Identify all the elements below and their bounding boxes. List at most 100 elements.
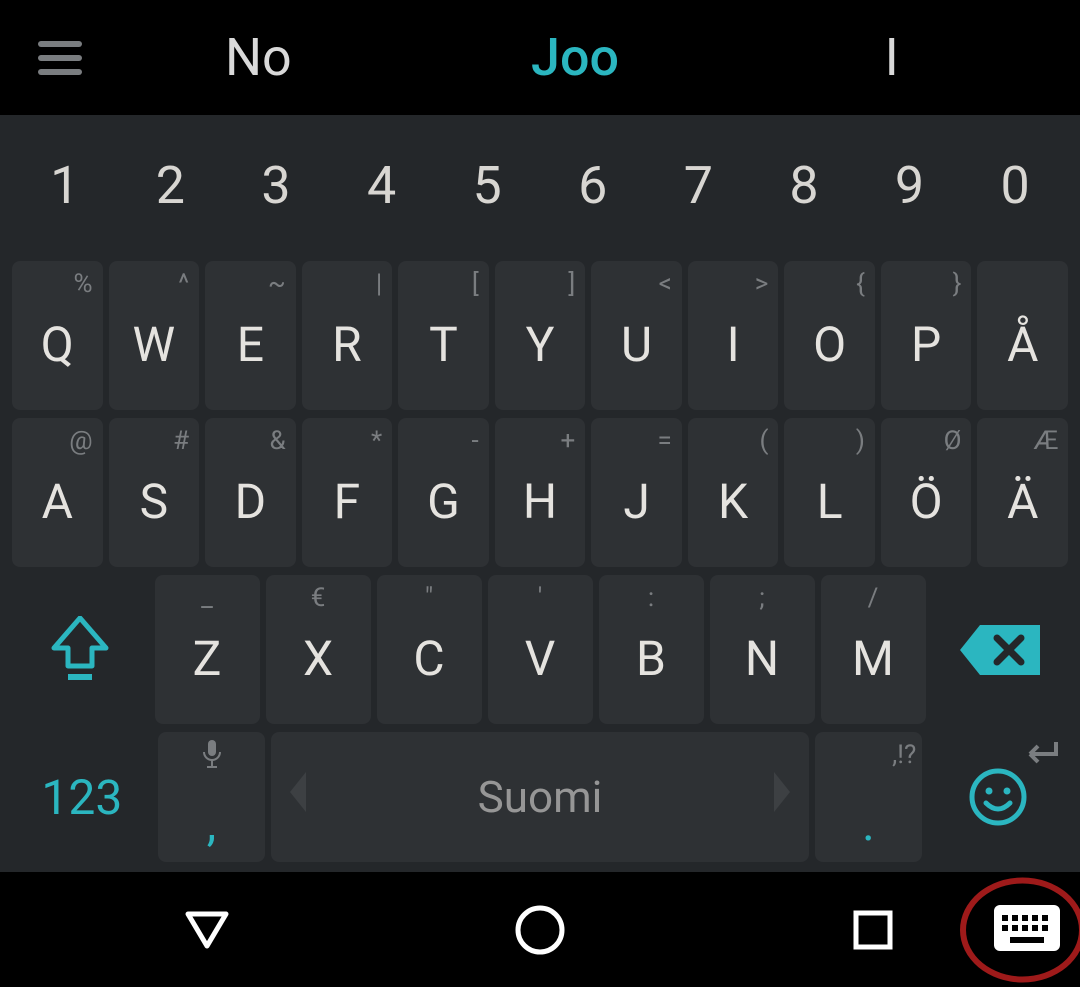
key-i[interactable]: >I: [688, 261, 779, 410]
secondary-label: #: [173, 426, 189, 456]
key-label: T: [429, 316, 458, 373]
key-9[interactable]: 9: [857, 135, 963, 236]
key-3[interactable]: 3: [223, 135, 329, 236]
key-n[interactable]: ;N: [710, 575, 815, 724]
chevron-left-icon: [286, 772, 310, 822]
key-label: X: [303, 630, 333, 687]
shift-key[interactable]: [12, 575, 149, 724]
suggestion-2[interactable]: Joo: [417, 27, 734, 88]
key-label: U: [621, 316, 652, 373]
key-1[interactable]: 1: [12, 135, 118, 236]
menu-icon[interactable]: [20, 41, 100, 75]
key-label: Q: [41, 316, 74, 373]
secondary-label: >: [755, 269, 769, 299]
key-a-umlaut[interactable]: ÆÄ: [977, 418, 1068, 567]
key-label: Z: [193, 630, 222, 687]
key-f[interactable]: *F: [302, 418, 393, 567]
secondary-label: }: [953, 269, 962, 299]
key-x[interactable]: €X: [266, 575, 371, 724]
ime-switch-button[interactable]: [992, 903, 1062, 957]
secondary-label: [: [472, 269, 479, 299]
secondary-label: (: [759, 426, 768, 456]
key-w[interactable]: ^W: [109, 261, 200, 410]
key-0[interactable]: 0: [962, 135, 1068, 236]
key-k[interactable]: (K: [688, 418, 779, 567]
key-o[interactable]: {O: [784, 261, 875, 410]
secondary-label: ,!?: [892, 740, 916, 770]
key-label: O: [813, 316, 846, 373]
key-label: Å: [1007, 316, 1038, 373]
secondary-label: *: [371, 426, 382, 456]
recent-apps-button[interactable]: [823, 909, 923, 951]
home-icon: [514, 904, 566, 956]
key-8[interactable]: 8: [751, 135, 857, 236]
key-label: Ä: [1007, 473, 1038, 530]
suggestion-3[interactable]: I: [733, 27, 1050, 88]
key-q[interactable]: %Q: [12, 261, 103, 410]
back-icon: [184, 910, 230, 950]
shift-icon: [50, 616, 110, 684]
key-v[interactable]: 'V: [488, 575, 593, 724]
secondary-label: &: [269, 426, 285, 456]
key-h[interactable]: +H: [495, 418, 586, 567]
key-7[interactable]: 7: [646, 135, 752, 236]
key-d[interactable]: &D: [205, 418, 296, 567]
secondary-label: ): [856, 426, 865, 456]
secondary-label: ^: [178, 269, 189, 299]
secondary-label: ': [538, 583, 543, 613]
secondary-label: @: [69, 426, 92, 456]
key-label: P: [911, 316, 941, 373]
key-5[interactable]: 5: [434, 135, 540, 236]
secondary-label: ~: [268, 269, 286, 299]
key-a-ring[interactable]: Å: [977, 261, 1068, 410]
key-t[interactable]: [T: [398, 261, 489, 410]
key-j[interactable]: =J: [591, 418, 682, 567]
secondary-label: €: [311, 583, 326, 613]
recent-icon: [852, 909, 894, 951]
key-o-umlaut[interactable]: ØÖ: [881, 418, 972, 567]
symbols-key[interactable]: 123: [12, 732, 152, 862]
key-6[interactable]: 6: [540, 135, 646, 236]
key-label: W: [133, 316, 176, 373]
secondary-label: {: [856, 269, 865, 299]
space-key[interactable]: Suomi: [271, 732, 809, 862]
key-y[interactable]: ]Y: [495, 261, 586, 410]
letter-row-1: %Q ^W ~E |R [T ]Y <U >I {O }P Å: [12, 261, 1068, 410]
key-c[interactable]: "C: [377, 575, 482, 724]
secondary-label: -: [472, 426, 479, 456]
key-label: V: [525, 630, 556, 687]
key-label: ,: [207, 795, 216, 852]
space-label: Suomi: [478, 771, 603, 823]
key-a[interactable]: @A: [12, 418, 103, 567]
mic-icon: [201, 740, 223, 777]
key-u[interactable]: <U: [591, 261, 682, 410]
back-button[interactable]: [157, 910, 257, 950]
key-label: N: [745, 630, 779, 687]
period-key[interactable]: ,!? .: [815, 732, 923, 862]
key-l[interactable]: )L: [784, 418, 875, 567]
key-label: D: [235, 473, 267, 530]
key-label: J: [623, 473, 649, 530]
key-label: L: [817, 473, 843, 530]
key-r[interactable]: |R: [302, 261, 393, 410]
key-2[interactable]: 2: [118, 135, 224, 236]
key-label: Y: [526, 316, 555, 373]
key-s[interactable]: #S: [109, 418, 200, 567]
key-b[interactable]: :B: [599, 575, 704, 724]
suggestion-bar: No Joo I: [0, 0, 1080, 115]
key-e[interactable]: ~E: [205, 261, 296, 410]
key-g[interactable]: -G: [398, 418, 489, 567]
bottom-row: 123 , Suomi ,!? .: [12, 732, 1068, 862]
key-4[interactable]: 4: [329, 135, 435, 236]
home-button[interactable]: [490, 904, 590, 956]
key-m[interactable]: /M: [821, 575, 926, 724]
emoji-enter-key[interactable]: [928, 732, 1068, 862]
key-p[interactable]: }P: [881, 261, 972, 410]
secondary-label: <: [659, 269, 672, 299]
backspace-key[interactable]: [932, 575, 1069, 724]
secondary-label: Ø: [944, 426, 962, 456]
suggestion-1[interactable]: No: [100, 27, 417, 88]
key-label: M: [852, 630, 894, 687]
key-z[interactable]: _Z: [155, 575, 260, 724]
comma-key[interactable]: ,: [158, 732, 266, 862]
